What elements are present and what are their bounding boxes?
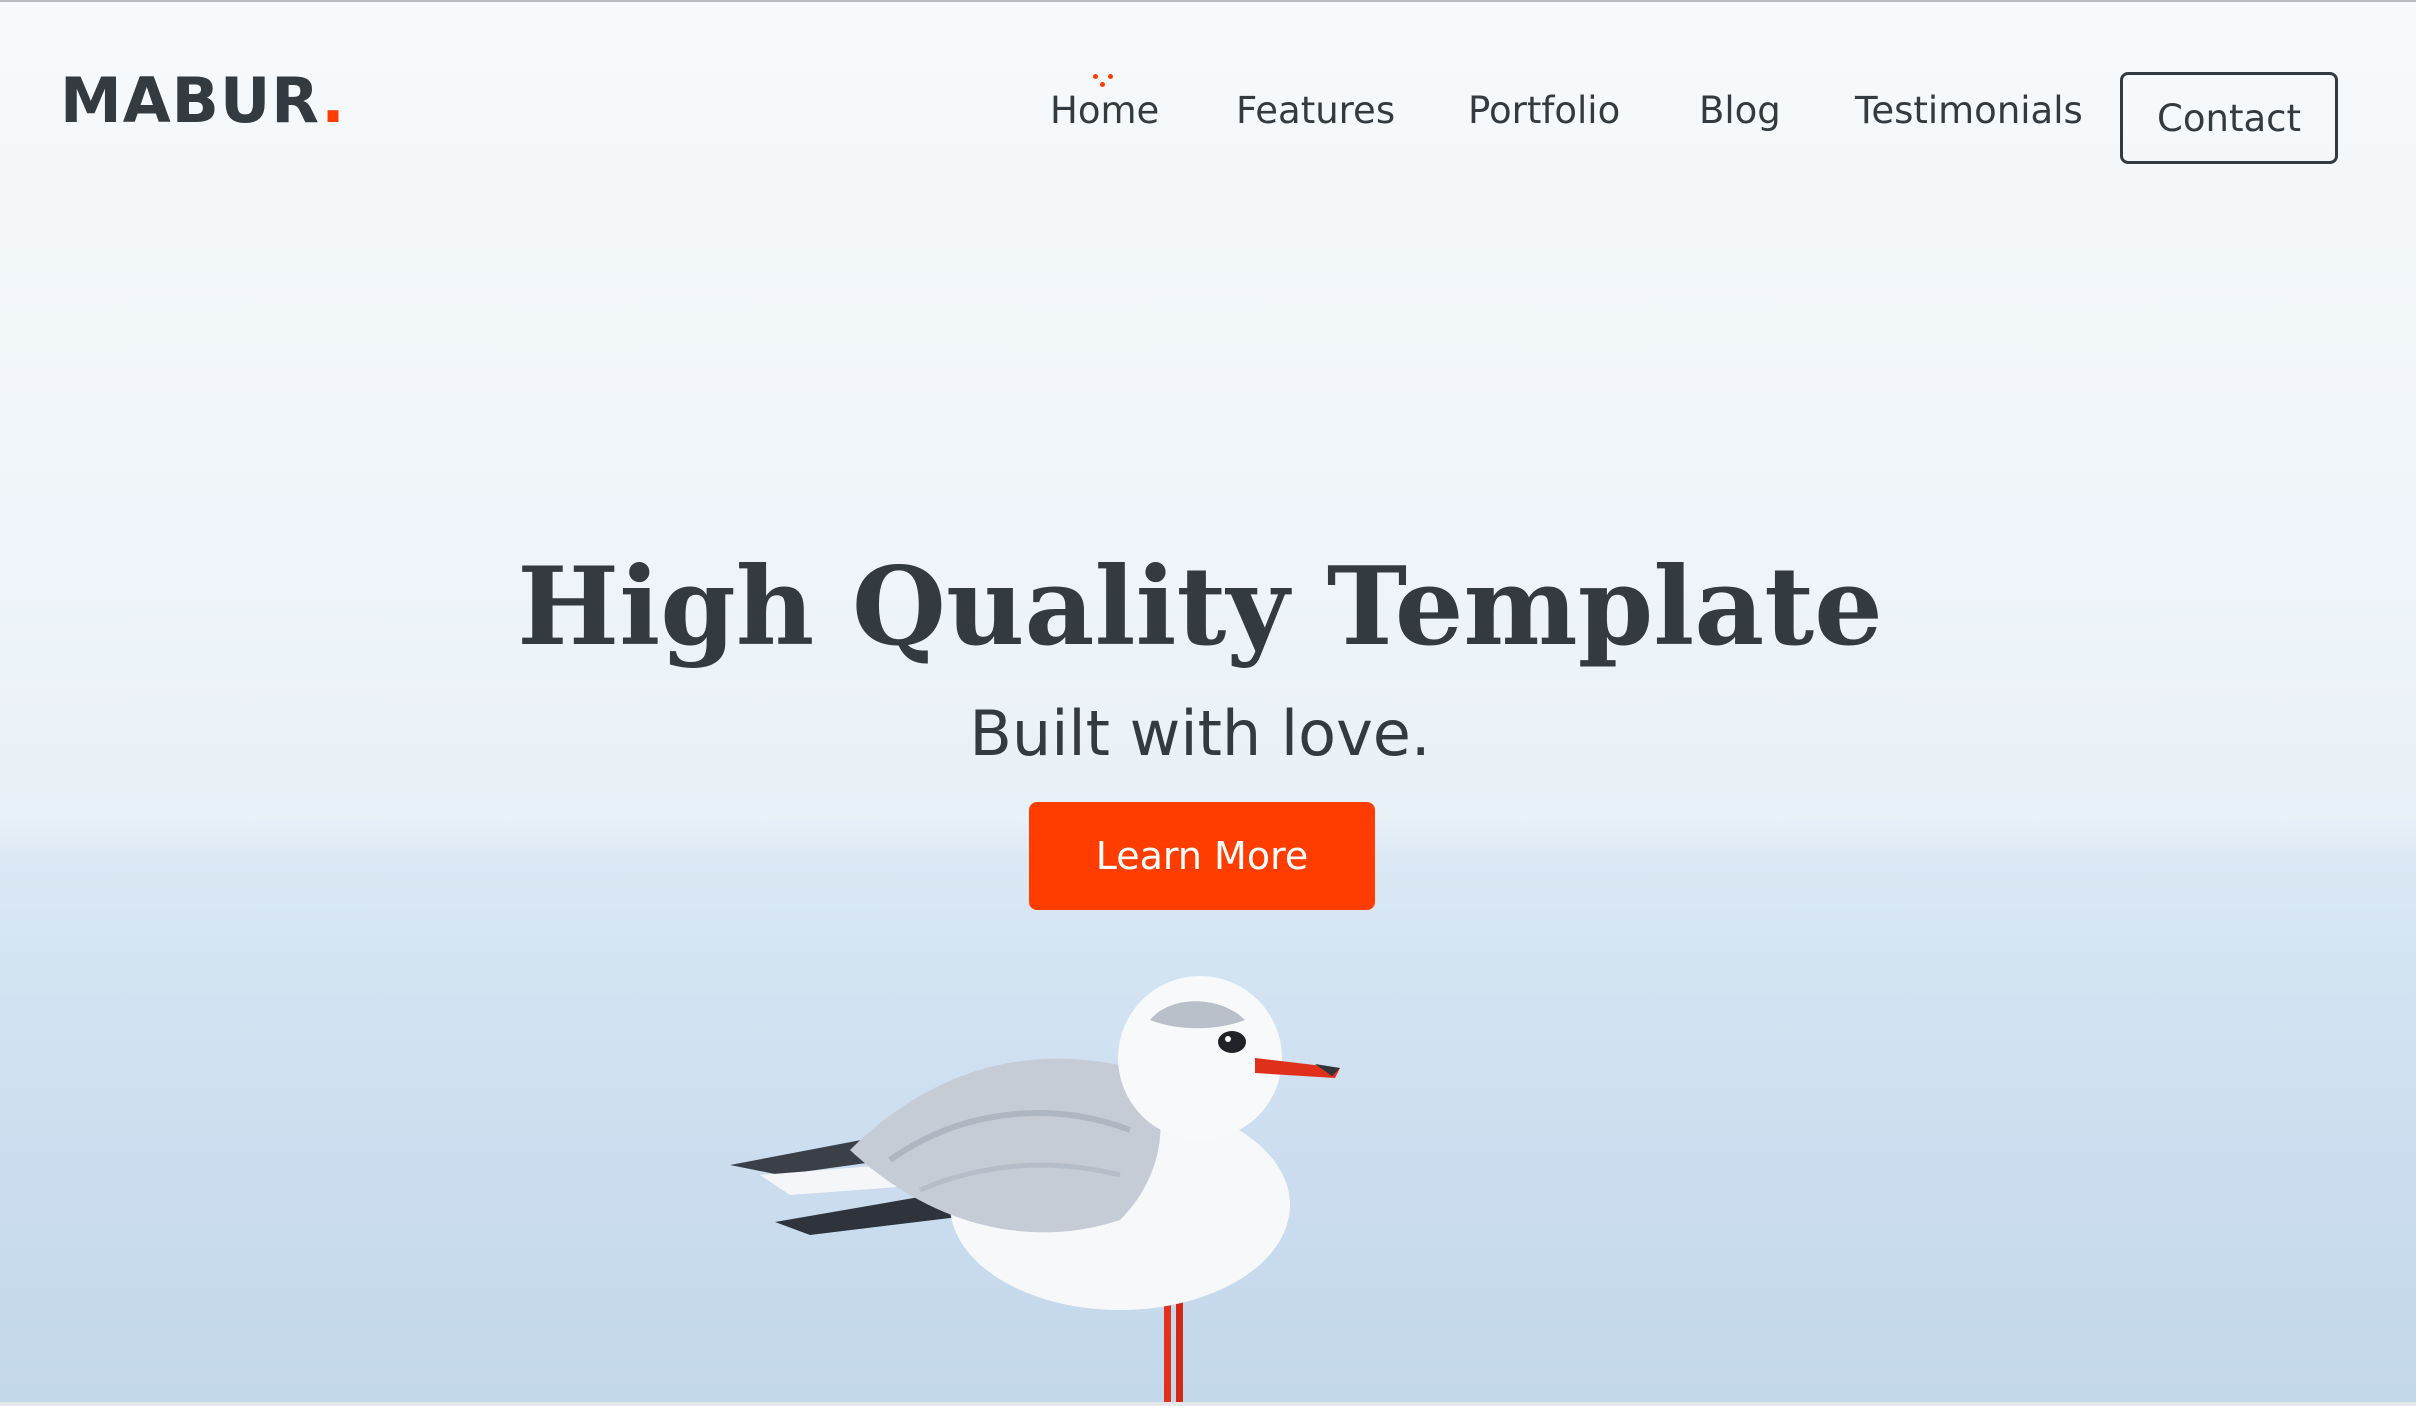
nav-item-features[interactable]: Features: [1236, 92, 1395, 129]
learn-more-button[interactable]: Learn More: [1029, 802, 1375, 910]
seagull-illustration: [730, 976, 1340, 1406]
nav-item-portfolio[interactable]: Portfolio: [1468, 92, 1620, 129]
main-navigation: Home Features Portfolio Blog Testimonial…: [0, 72, 2416, 172]
hero-title: High Quality Template: [517, 544, 1883, 670]
seagull-leg-left: [1164, 1290, 1171, 1406]
contact-button[interactable]: Contact: [2120, 72, 2338, 164]
seagull-eye: [1218, 1031, 1246, 1053]
seagull-head: [1118, 976, 1282, 1140]
nav-item-blog[interactable]: Blog: [1699, 92, 1781, 129]
seagull-leg-right: [1176, 1290, 1183, 1406]
hero-subtitle: Built with love.: [969, 697, 1431, 770]
nav-item-testimonials[interactable]: Testimonials: [1855, 92, 2083, 129]
active-indicator-icon: [1093, 74, 1115, 88]
nav-item-home[interactable]: Home: [1050, 92, 1159, 129]
hero-section: MABUR. Home Features Portfolio Blog Test…: [0, 0, 2416, 1406]
top-divider: [0, 0, 2416, 2]
bottom-divider: [0, 1402, 2416, 1406]
